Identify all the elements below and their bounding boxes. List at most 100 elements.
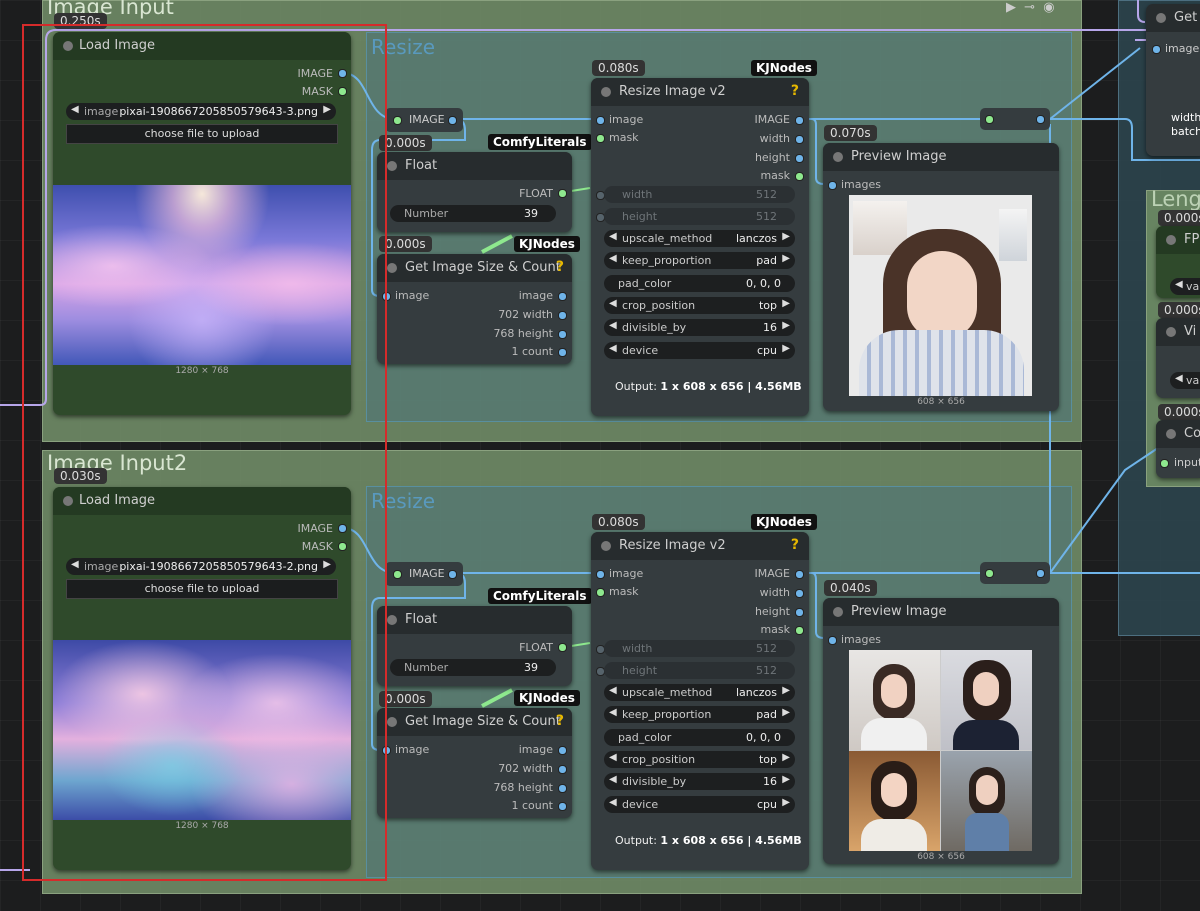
output-port-width[interactable]: [795, 135, 804, 144]
node-float-2[interactable]: Float FLOAT Number 39: [377, 606, 572, 686]
node-get-right[interactable]: Get image width: batch: [1146, 4, 1200, 156]
output-info: Output: 1 x 608 x 656 | 4.56MB: [615, 834, 802, 847]
output-port-height[interactable]: [558, 330, 567, 339]
reroute-label: IMAGE: [409, 113, 445, 126]
input-port-input[interactable]: [1160, 459, 1169, 468]
node-timing: 0.040s: [824, 580, 877, 596]
reroute-node-2[interactable]: IMAGE: [385, 562, 463, 586]
eye-icon[interactable]: ◉: [1043, 0, 1054, 15]
output-port-image[interactable]: [795, 570, 804, 579]
number-input[interactable]: Number 39: [390, 205, 556, 222]
crop-position-select[interactable]: ◀ crop_position top ▶: [604, 297, 795, 314]
help-icon[interactable]: ?: [791, 83, 799, 99]
help-icon[interactable]: ?: [791, 537, 799, 553]
output-port-image[interactable]: [558, 746, 567, 755]
output-port-count[interactable]: [558, 348, 567, 357]
keep-proportion-select[interactable]: ◀ keep_proportion pad ▶: [604, 706, 795, 723]
portrait-tile-4: [941, 751, 1032, 851]
node-badge: KJNodes: [751, 514, 817, 530]
node-title: Get Image Size & Count: [405, 714, 561, 729]
input-port-image[interactable]: [1152, 45, 1161, 54]
input-port[interactable]: [393, 570, 402, 579]
output-port[interactable]: [448, 570, 457, 579]
input-port[interactable]: [985, 569, 994, 578]
node-resize-image-2[interactable]: Resize Image v2 ? image mask IMAGE width…: [591, 532, 809, 870]
input-port-mask[interactable]: [596, 134, 605, 143]
width-input[interactable]: width 512: [604, 186, 795, 203]
output-port-count[interactable]: [558, 802, 567, 811]
output-port-width[interactable]: [795, 589, 804, 598]
node-timing: 0.080s: [592, 60, 645, 76]
input-label-image: image: [609, 567, 644, 580]
device-select[interactable]: ◀ device cpu ▶: [604, 796, 795, 813]
output-port-image[interactable]: [558, 292, 567, 301]
input-port-image[interactable]: [596, 116, 605, 125]
upscale-method-select[interactable]: ◀ upscale_method lanczos ▶: [604, 684, 795, 701]
reroute-node-4[interactable]: [980, 562, 1050, 584]
node-resize-image-1[interactable]: Resize Image v2 ? image mask IMAGE width…: [591, 78, 809, 416]
input-port[interactable]: [393, 116, 402, 125]
node-get-image-size-2[interactable]: Get Image Size & Count ? image image 702…: [377, 708, 572, 818]
pad-color-input[interactable]: pad_color 0, 0, 0: [604, 275, 795, 292]
help-icon[interactable]: ?: [556, 259, 564, 275]
output-port-height[interactable]: [795, 608, 804, 617]
device-select[interactable]: ◀ device cpu ▶: [604, 342, 795, 359]
input-label-image: image: [395, 289, 430, 302]
node-badge: KJNodes: [751, 60, 817, 76]
input-port-images[interactable]: [828, 181, 837, 190]
output-port-width[interactable]: [558, 311, 567, 320]
output-port-image[interactable]: [795, 116, 804, 125]
node-preview-image-2[interactable]: Preview Image images 608 × 656: [823, 598, 1059, 864]
node-timing: 0.000s: [1158, 302, 1200, 318]
height-input[interactable]: height 512: [604, 662, 795, 679]
width-input[interactable]: width 512: [604, 640, 795, 657]
crop-position-select[interactable]: ◀ crop_position top ▶: [604, 751, 795, 768]
keep-proportion-select[interactable]: ◀ keep_proportion pad ▶: [604, 252, 795, 269]
output-label-height: height: [754, 605, 790, 618]
divisible-by-input[interactable]: ◀ divisible_by 16 ▶: [604, 773, 795, 790]
widget-value[interactable]: ◀ va: [1170, 278, 1200, 295]
node-float-1[interactable]: Float FLOAT Number 39: [377, 152, 572, 232]
upscale-method-select[interactable]: ◀ upscale_method lanczos ▶: [604, 230, 795, 247]
help-icon[interactable]: ?: [556, 713, 564, 729]
output-port-mask[interactable]: [795, 626, 804, 635]
bypass-icon[interactable]: ⊸: [1024, 0, 1035, 15]
pad-color-input[interactable]: pad_color 0, 0, 0: [604, 729, 795, 746]
output-port-float[interactable]: [558, 643, 567, 652]
play-icon[interactable]: ▶: [1006, 0, 1016, 15]
divisible-by-input[interactable]: ◀ divisible_by 16 ▶: [604, 319, 795, 336]
node-title: Co: [1184, 426, 1200, 441]
output-port[interactable]: [448, 116, 457, 125]
reroute-node-1[interactable]: IMAGE: [385, 108, 463, 132]
input-port-mask[interactable]: [596, 588, 605, 597]
node-status-dot: [601, 87, 611, 97]
output-port-width[interactable]: [558, 765, 567, 774]
output-port-float[interactable]: [558, 189, 567, 198]
output-port[interactable]: [1036, 115, 1045, 124]
node-vi-right[interactable]: Vi ◀ va: [1156, 318, 1200, 398]
node-title: Resize Image v2: [619, 538, 726, 553]
widget-value[interactable]: ◀ va: [1170, 372, 1200, 389]
output-port-mask[interactable]: [795, 172, 804, 181]
node-title: Vi: [1184, 324, 1197, 339]
node-status-dot: [387, 615, 397, 625]
output-port[interactable]: [1036, 569, 1045, 578]
number-input[interactable]: Number 39: [390, 659, 556, 676]
node-co-right[interactable]: Co input: [1156, 420, 1200, 478]
input-port-image[interactable]: [596, 570, 605, 579]
output-port-height[interactable]: [795, 154, 804, 163]
reroute-node-3[interactable]: [980, 108, 1050, 130]
input-port[interactable]: [985, 115, 994, 124]
node-status-dot: [387, 161, 397, 171]
photo-wall-right: [999, 209, 1027, 261]
output-port-height[interactable]: [558, 784, 567, 793]
output-label-count: 1 count: [511, 345, 553, 358]
node-preview-image-1[interactable]: Preview Image images 608 × 656: [823, 143, 1059, 411]
node-get-image-size-1[interactable]: Get Image Size & Count ? image image 702…: [377, 254, 572, 364]
node-title: FP: [1184, 232, 1200, 247]
node-canvas[interactable]: Leng Image Input Image Input2 Resize Res…: [0, 0, 1200, 911]
height-input[interactable]: height 512: [604, 208, 795, 225]
node-fp-right[interactable]: FP ◀ va: [1156, 226, 1200, 298]
input-port-images[interactable]: [828, 636, 837, 645]
output-label-float: FLOAT: [519, 187, 553, 200]
